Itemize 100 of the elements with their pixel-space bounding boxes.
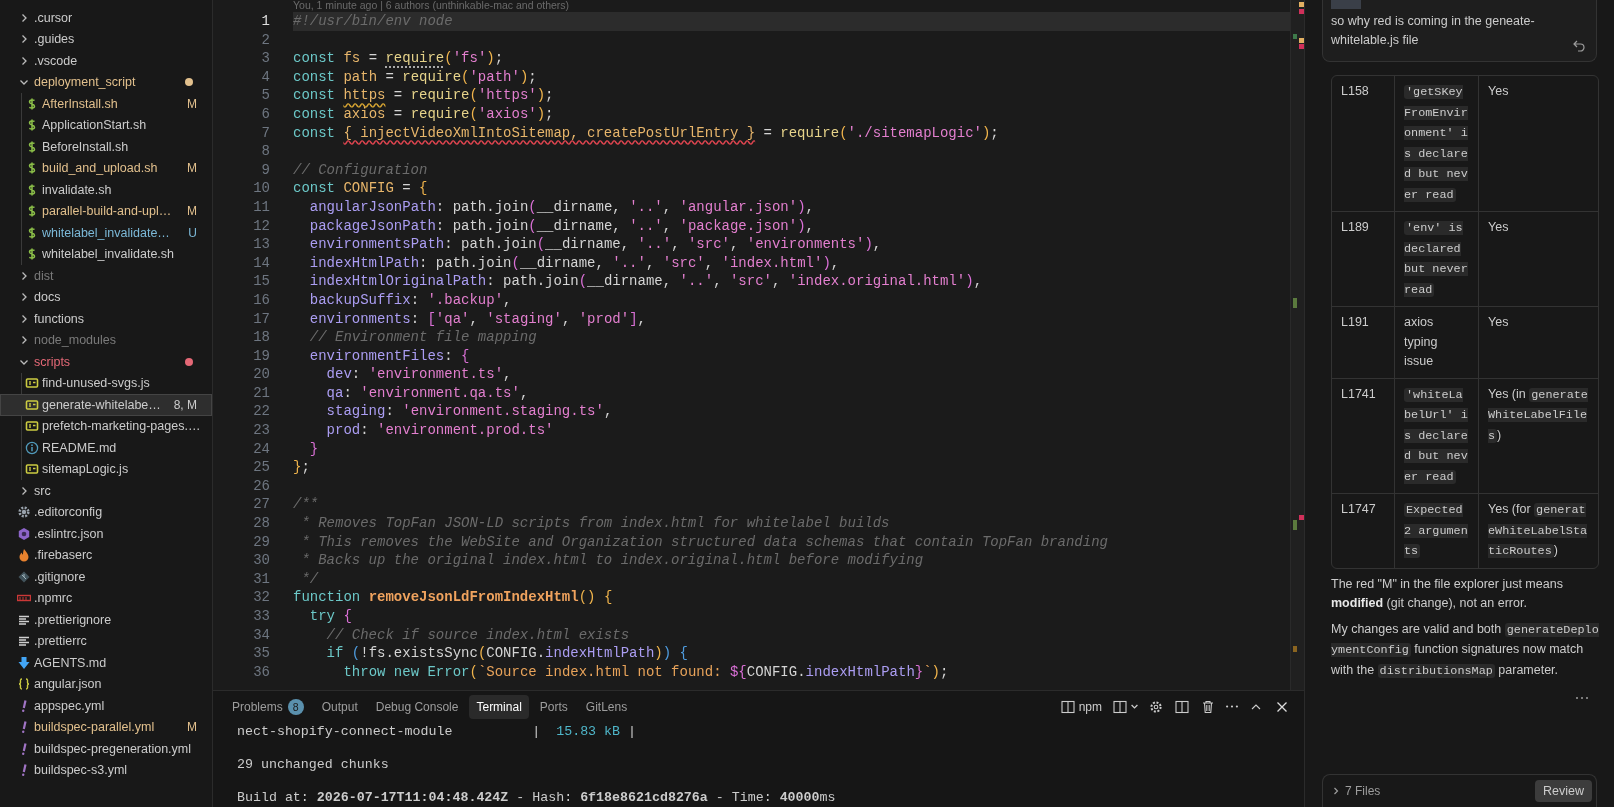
code-line: // Configuration (293, 160, 429, 180)
file-item[interactable]: AfterInstall.sh M (0, 93, 212, 115)
folder-item[interactable]: .guides (0, 28, 212, 50)
terminal-line: 29 unchanged chunks (237, 757, 389, 773)
review-button[interactable]: Review (1535, 780, 1592, 802)
line-number: 7 (260, 123, 270, 143)
info-icon (25, 440, 39, 455)
file-item[interactable]: BeforeInstall.sh (0, 136, 212, 158)
line-number: 21 (252, 383, 270, 403)
table-cell: axios typing issue (1395, 307, 1479, 379)
changed-files-label[interactable]: 7 Files (1345, 784, 1381, 798)
braces-icon (17, 677, 31, 692)
code-line: if (!fs.existsSync(CONFIG.indexHtmlPath)) { (325, 644, 689, 663)
trash-icon (1200, 698, 1216, 715)
panel-tab[interactable]: GitLens (578, 694, 635, 719)
line-number: 23 (252, 421, 270, 440)
split-panel-icon (1174, 698, 1190, 715)
script-file-icon (25, 397, 39, 412)
code-line: indexHtmlOriginalPath: path.join(__dirname, '..', 'src', 'index.original.html'), (308, 272, 984, 291)
code-line: const axios = require('axios'); (293, 104, 555, 124)
code-line: * Removes TopFan JSON-LD scripts from index.html for whitelabel builds (300, 514, 891, 533)
file-item[interactable]: .editorconfig (0, 501, 212, 523)
file-item[interactable]: .gitignore (0, 566, 212, 588)
message-bubble[interactable]: so why red is coming in the geneate-whitelable.js file (1322, 0, 1597, 62)
layout-button[interactable] (1112, 698, 1138, 715)
undo-icon (1572, 39, 1586, 53)
code-line: try { (308, 607, 353, 626)
file-item[interactable]: buildspec-s3.yml (0, 759, 212, 781)
delete-button[interactable] (1200, 698, 1216, 715)
file-item[interactable]: .npmrc (0, 587, 212, 609)
line-number: 32 (252, 588, 270, 607)
file-item[interactable]: appspec.yml (0, 695, 212, 717)
code-line: } (308, 439, 320, 459)
folder-item[interactable]: functions (0, 308, 212, 330)
code-line: // Check if source index.html exists (325, 625, 631, 645)
panel-tab[interactable]: Ports (532, 694, 575, 719)
file-item[interactable]: angular.json (0, 673, 212, 695)
file-item[interactable]: whitelabel_invalidate.sh (0, 243, 212, 265)
code-line: // Environment file mapping (308, 328, 538, 347)
file-item[interactable]: ApplicationStart.sh (0, 114, 212, 136)
line-number: 31 (252, 569, 270, 589)
file-item[interactable]: .prettierignore (0, 609, 212, 631)
code-line: environmentFiles: { (308, 346, 471, 366)
file-item[interactable]: prefetch-marketing-pages.… (0, 415, 212, 437)
panel-tab[interactable]: Problems 8 (225, 694, 311, 719)
code-line: packageJsonPath: path.join(__dirname, '..', 'package.json'), (308, 216, 815, 236)
folder-item[interactable]: deployment_script (0, 71, 212, 93)
file-item[interactable]: buildspec-parallel.yml M (0, 716, 212, 738)
folder-item[interactable]: .vscode (0, 50, 212, 72)
code-line: }; (293, 458, 311, 477)
caret-icon (1131, 704, 1138, 709)
file-item[interactable]: buildspec-pregeneration.yml (0, 738, 212, 760)
panel-tab[interactable]: Output (314, 694, 365, 719)
line-number: 26 (252, 476, 270, 496)
line-number: 4 (260, 67, 270, 87)
terminal-line: nect-shopify-connect-module | 15.83 kB | (237, 724, 636, 739)
chevron-icon[interactable] (1331, 786, 1341, 796)
script-file-icon (25, 462, 39, 477)
split-button[interactable] (1174, 698, 1190, 715)
gear-icon (17, 505, 31, 520)
folder-item[interactable]: docs (0, 286, 212, 308)
line-number: 9 (260, 160, 270, 180)
folder-item[interactable]: node_modules (0, 329, 212, 351)
folder-item[interactable]: scripts (0, 351, 212, 373)
folder-item[interactable]: dist (0, 265, 212, 287)
overview-ruler[interactable] (1290, 0, 1304, 690)
image-placeholder (1331, 0, 1361, 9)
chat-paragraph: The red "M" in the file explorer just means modified (git change), not an error. (1331, 575, 1564, 612)
line-number: 14 (252, 253, 270, 273)
file-item[interactable]: find-unused-svgs.js (0, 372, 212, 394)
file-item[interactable]: .firebaserc (0, 544, 212, 566)
more-button[interactable] (1226, 705, 1238, 708)
file-item[interactable]: build_and_upload.sh M (0, 157, 212, 179)
panel-tab[interactable]: Terminal (469, 694, 529, 719)
undo-button[interactable] (1572, 39, 1586, 53)
script-file-icon (25, 376, 39, 391)
code-line: angularJsonPath: path.join(__dirname, '..', 'angular.json'), (308, 197, 815, 217)
file-item[interactable]: .eslintrc.json (0, 523, 212, 545)
line-number: 20 (252, 365, 270, 384)
file-item[interactable]: generate-whitelabe… 8, M (0, 394, 212, 416)
file-item[interactable]: parallel-build-and-upl… M (0, 200, 212, 222)
git-status-label: M (187, 161, 197, 176)
file-item[interactable]: AGENTS.md (0, 652, 212, 674)
git-status-label: 8, M (173, 397, 197, 412)
line-number: 5 (260, 86, 270, 105)
file-item[interactable]: .prettierrc (0, 630, 212, 652)
file-item[interactable]: sitemapLogic.js (0, 458, 212, 480)
table-cell: L158 (1332, 76, 1395, 212)
table-cell: 'getSKeyFromEnvironment' is declared but never read (1395, 76, 1479, 212)
file-item[interactable]: README.md (0, 437, 212, 459)
line-number: 3 (260, 49, 270, 68)
panel-tab[interactable]: Debug Console (368, 694, 466, 719)
line-number: 29 (252, 532, 270, 552)
folder-item[interactable]: src (0, 480, 212, 502)
file-item[interactable]: whitelabel_invalidate… U (0, 222, 212, 244)
terminal-button[interactable]: npm (1059, 698, 1102, 715)
code-line: const https = require('https'); (293, 86, 555, 105)
line-number: 13 (252, 235, 270, 254)
file-item[interactable]: invalidate.sh (0, 179, 212, 201)
folder-item[interactable]: .cursor (0, 7, 212, 29)
